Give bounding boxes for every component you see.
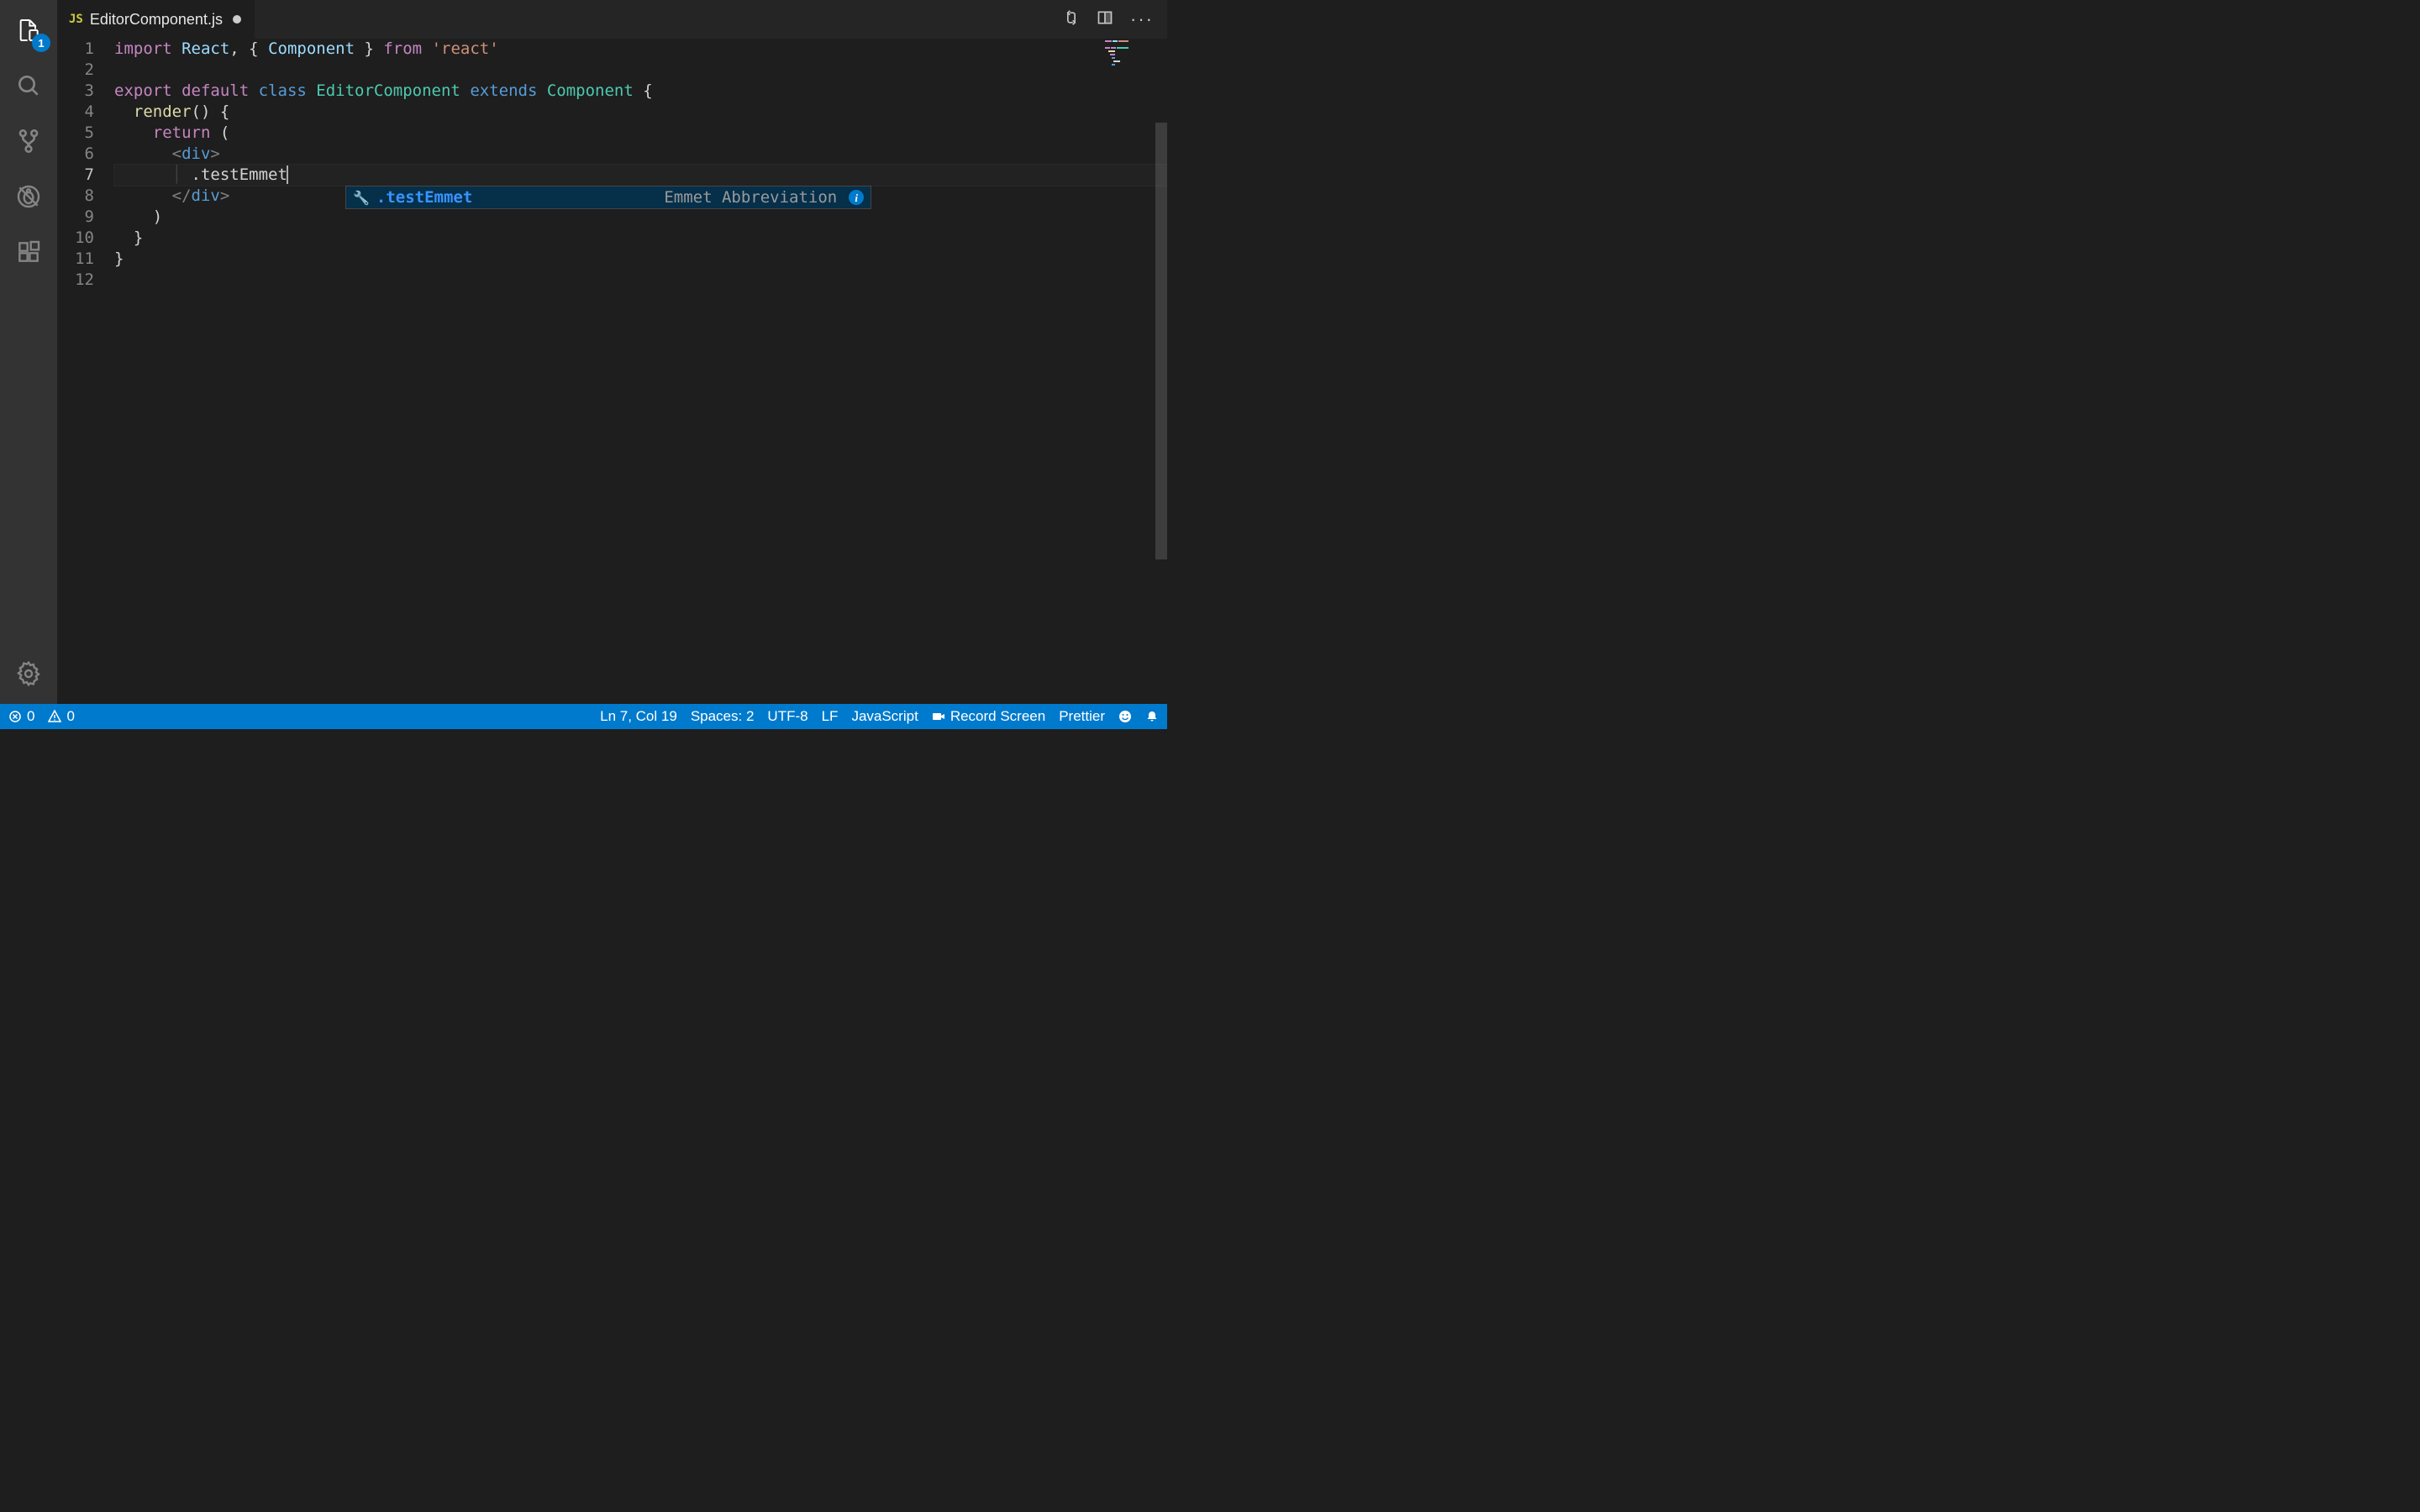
status-eol[interactable]: LF: [822, 708, 839, 725]
suggest-label: .testEmmet: [376, 187, 472, 208]
js-file-icon: JS: [69, 13, 83, 26]
suggest-widget[interactable]: 🔧 .testEmmet Emmet Abbreviation i: [345, 186, 871, 209]
tabs-bar: JS EditorComponent.js: [57, 0, 1167, 39]
explorer-badge: 1: [32, 34, 50, 52]
tab-dirty-indicator: [233, 15, 241, 24]
minimap[interactable]: [1105, 40, 1155, 66]
status-encoding[interactable]: UTF-8: [767, 708, 808, 725]
activity-bar: 1: [0, 0, 57, 704]
info-icon[interactable]: i: [849, 190, 864, 205]
split-editor-icon[interactable]: [1097, 9, 1113, 30]
scrollbar-vertical[interactable]: [1155, 39, 1167, 704]
extensions-icon[interactable]: [8, 232, 49, 272]
settings-gear-icon[interactable]: [8, 654, 49, 694]
explorer-icon[interactable]: 1: [8, 10, 49, 50]
wrench-icon: 🔧: [353, 187, 370, 208]
tab-editorcomponent[interactable]: JS EditorComponent.js: [57, 0, 255, 39]
status-line-col[interactable]: Ln 7, Col 19: [600, 708, 677, 725]
more-actions-icon[interactable]: ···: [1130, 8, 1154, 30]
status-warnings[interactable]: 0: [48, 708, 74, 725]
status-bell-icon[interactable]: [1145, 710, 1159, 723]
status-bar: 0 0 Ln 7, Col 19 Spaces: 2 UTF-8 LF Java…: [0, 704, 1167, 729]
suggest-description: Emmet Abbreviation: [664, 187, 837, 208]
debug-icon[interactable]: [8, 176, 49, 217]
status-errors[interactable]: 0: [8, 708, 34, 725]
editor-content[interactable]: 1 2 3 4 5 6 7 8 9 10 11 12 import React,…: [57, 39, 1167, 704]
status-feedback-icon[interactable]: [1118, 710, 1132, 723]
status-language[interactable]: JavaScript: [851, 708, 918, 725]
status-prettier[interactable]: Prettier: [1059, 708, 1105, 725]
line-numbers: 1 2 3 4 5 6 7 8 9 10 11 12: [57, 39, 114, 704]
editor-actions: ···: [1063, 0, 1167, 39]
editor: JS EditorComponent.js: [57, 0, 1167, 704]
text-cursor: [287, 165, 288, 184]
status-indentation[interactable]: Spaces: 2: [691, 708, 755, 725]
suggest-item[interactable]: 🔧 .testEmmet Emmet Abbreviation i: [346, 186, 871, 208]
code-area[interactable]: import React, { Component } from 'react'…: [114, 39, 1167, 704]
status-record-screen[interactable]: Record Screen: [932, 708, 1045, 725]
search-icon[interactable]: [8, 66, 49, 106]
compare-changes-icon[interactable]: [1063, 9, 1080, 30]
tab-filename: EditorComponent.js: [90, 11, 223, 29]
scrollbar-thumb[interactable]: [1155, 123, 1167, 559]
source-control-icon[interactable]: [8, 121, 49, 161]
